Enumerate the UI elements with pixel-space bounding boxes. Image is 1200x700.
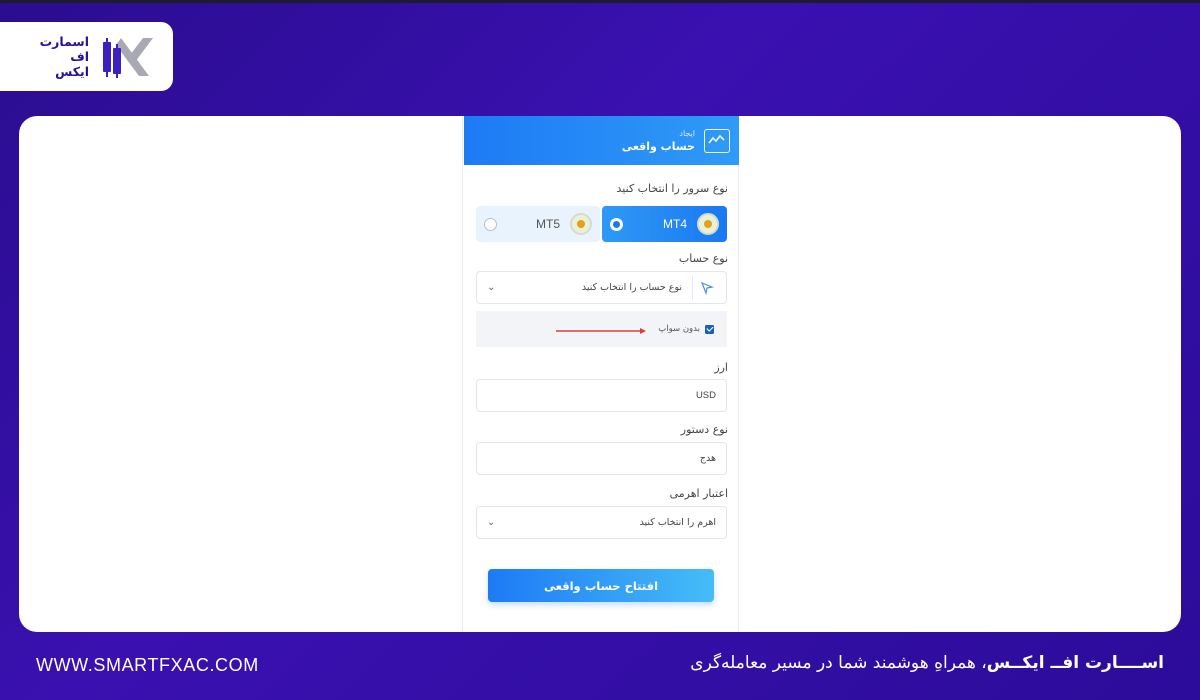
website-url: WWW.SMARTFXAC.COM — [36, 655, 259, 675]
screenshot-card: ایجاد حساب واقعی نوع سرور را انتخاب کنید… — [19, 116, 1181, 632]
panel-header: ایجاد حساب واقعی — [464, 116, 739, 165]
cursor-pointer-icon — [692, 275, 716, 300]
order-type-label: نوع دستور — [680, 423, 728, 436]
chevron-down-icon: ⌄ — [487, 517, 496, 528]
account-type-label: نوع حساب — [678, 252, 728, 265]
panel-header-text: ایجاد حساب واقعی — [622, 129, 695, 153]
logo-line-2: اف — [70, 49, 89, 64]
logo-line-3: ایکس — [55, 64, 89, 79]
leverage-select[interactable]: اهرم را انتخاب کنید ⌄ — [476, 506, 727, 539]
open-account-panel: ایجاد حساب واقعی نوع سرور را انتخاب کنید… — [462, 116, 739, 632]
red-arrow-icon — [556, 328, 646, 334]
account-type-select[interactable]: نوع حساب را انتخاب کنید ⌄ — [476, 271, 727, 304]
swap-free-checkbox[interactable] — [705, 324, 714, 334]
swap-free-option: بدون سواپ — [476, 311, 727, 347]
radio-mt4-selected[interactable] — [610, 217, 623, 231]
logo-wordmark: اسمارت اف ایکس — [29, 34, 89, 79]
currency-field[interactable]: USD — [476, 379, 727, 412]
account-type-placeholder: نوع حساب را انتخاب کنید — [581, 282, 682, 293]
monitor-chart-icon — [704, 128, 730, 153]
metatrader-logo-icon — [697, 213, 719, 235]
server-name-mt4: MT4 — [663, 217, 687, 231]
server-option-mt4[interactable]: MT4 — [602, 206, 727, 242]
logo-line-1: اسمارت — [39, 34, 89, 49]
order-type-field[interactable]: هدج — [476, 442, 727, 475]
open-real-account-button[interactable]: افتتاح حساب واقعی — [488, 569, 714, 602]
order-type-value: هدج — [699, 453, 716, 464]
brand-logo: اسمارت اف ایکس — [0, 22, 173, 91]
swap-free-label: بدون سواپ — [658, 324, 700, 334]
server-selector: MT4 MT5 — [476, 206, 727, 242]
footer-tagline: اســــارت افــ ایکــس، همراهِ هوشمند شما… — [690, 653, 1164, 673]
metatrader-logo-icon — [570, 213, 592, 235]
header-title: حساب واقعی — [621, 139, 695, 153]
server-type-label: نوع سرور را انتخاب کنید — [616, 182, 728, 195]
chevron-down-icon: ⌄ — [487, 282, 496, 293]
radio-mt5[interactable] — [484, 217, 497, 231]
header-subtitle: ایجاد — [679, 128, 695, 138]
server-name-mt5: MT5 — [536, 217, 560, 231]
currency-label: ارز — [714, 361, 728, 374]
logo-mark-icon — [99, 32, 161, 82]
footer-tagline-text: ، همراهِ هوشمند شما در مسیر معامله‌گری — [690, 653, 987, 673]
footer-brand-name: اســــارت افــ ایکــس — [986, 653, 1164, 673]
server-option-mt5[interactable]: MT5 — [476, 206, 600, 242]
currency-value: USD — [695, 390, 716, 401]
leverage-placeholder: اهرم را انتخاب کنید — [639, 517, 716, 528]
leverage-label: اعتبار اهرمی — [669, 487, 728, 500]
top-divider-line — [0, 0, 1200, 3]
